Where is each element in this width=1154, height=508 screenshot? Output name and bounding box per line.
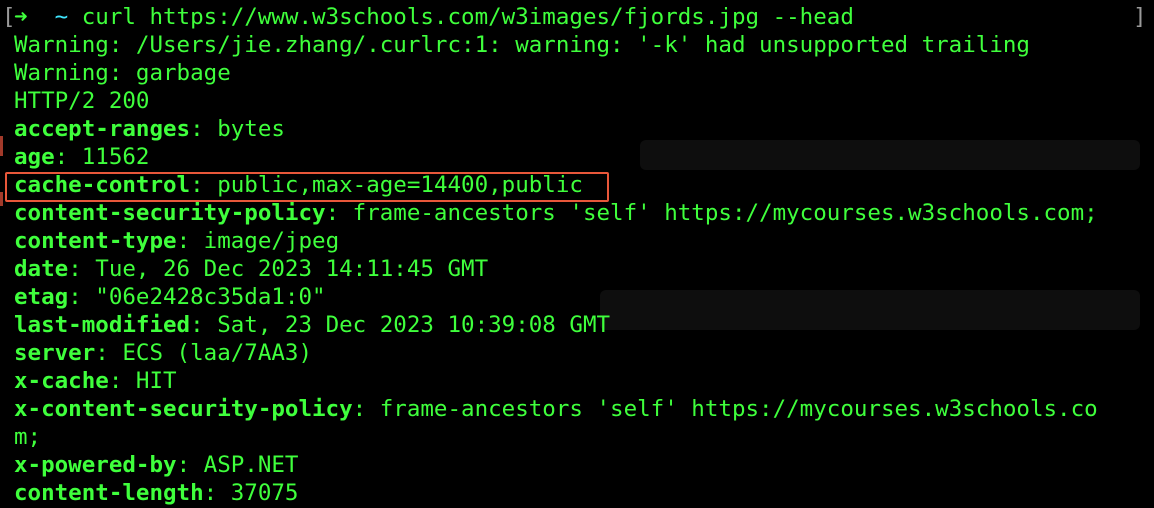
header-line-last-modified: last-modified: Sat, 23 Dec 2023 10:39:08…: [14, 311, 1144, 339]
header-value: bytes: [217, 116, 285, 142]
header-key: x-content-security-policy: [14, 396, 353, 422]
header-line-x-cache: x-cache: HIT: [14, 367, 1144, 395]
terminal-output: ➜ ~ curl https://www.w3schools.com/w3ima…: [14, 3, 1144, 507]
header-separator: :: [176, 228, 204, 254]
terminal-window[interactable]: [ ] ➜ ~ curl https://www.w3schools.com/w…: [0, 0, 1154, 508]
window-edge-marker: [0, 136, 3, 156]
window-edge-marker: [0, 192, 3, 206]
header-separator: :: [68, 256, 96, 282]
warning-line: Warning: /Users/jie.zhang/.curlrc:1: war…: [14, 32, 1030, 58]
header-value: ASP.NET: [203, 452, 299, 478]
header-line-content-length: content-length: 37075: [14, 479, 1144, 507]
header-separator: :: [95, 340, 123, 366]
header-separator: :: [325, 200, 353, 226]
cache-control-highlight-box: [5, 172, 609, 202]
header-line-x-powered-by: x-powered-by: ASP.NET: [14, 451, 1144, 479]
header-value: 37075: [230, 480, 299, 506]
header-value: 11562: [81, 144, 150, 170]
header-value: frame-ancestors 'self' https://mycourses…: [352, 200, 1098, 226]
header-key: content-security-policy: [14, 200, 326, 226]
header-key: age: [14, 144, 55, 170]
header-separator: :: [68, 284, 96, 310]
command-text: curl https://www.w3schools.com/w3images/…: [81, 4, 854, 30]
header-key: x-cache: [14, 368, 109, 394]
header-key: x-powered-by: [14, 452, 177, 478]
header-key: etag: [14, 284, 69, 310]
header-line-age: age: 11562: [14, 143, 1144, 171]
header-separator: :: [190, 116, 218, 142]
header-separator: :: [176, 452, 204, 478]
header-value: Tue, 26 Dec 2023 14:11:45 GMT: [95, 256, 489, 282]
header-line-accept-ranges: accept-ranges: bytes: [14, 115, 1144, 143]
header-separator: :: [54, 144, 82, 170]
header-value: "06e2428c35da1:0": [95, 284, 326, 310]
header-separator: :: [352, 396, 380, 422]
command-line[interactable]: ➜ ~ curl https://www.w3schools.com/w3ima…: [14, 3, 1144, 31]
header-value: image/jpeg: [203, 228, 340, 254]
header-value: Sat, 23 Dec 2023 10:39:08 GMT: [217, 312, 611, 338]
header-key: content-length: [14, 480, 204, 506]
wrapped-continuation-line: m;: [14, 424, 42, 450]
header-value: ECS (laa/7AA3): [122, 340, 313, 366]
header-separator: :: [190, 312, 218, 338]
header-line-x-content-security-policy: x-content-security-policy: frame-ancesto…: [14, 395, 1144, 423]
header-key: accept-ranges: [14, 116, 191, 142]
header-separator: :: [108, 368, 136, 394]
header-key: server: [14, 340, 96, 366]
header-key: last-modified: [14, 312, 191, 338]
prompt-arrow-icon: ➜: [14, 4, 28, 30]
header-value: HIT: [135, 368, 177, 394]
warning-line: Warning: garbage: [14, 60, 231, 86]
header-line-content-type: content-type: image/jpeg: [14, 227, 1144, 255]
header-key: content-type: [14, 228, 177, 254]
header-value: frame-ancestors 'self' https://mycourses…: [379, 396, 1098, 422]
prompt-directory: ~: [54, 4, 69, 30]
header-key: date: [14, 256, 69, 282]
status-line: HTTP/2 200: [14, 88, 150, 114]
header-separator: :: [203, 480, 231, 506]
header-line-content-security-policy: content-security-policy: frame-ancestors…: [14, 199, 1144, 227]
header-line-server: server: ECS (laa/7AA3): [14, 339, 1144, 367]
header-line-etag: etag: "06e2428c35da1:0": [14, 283, 1144, 311]
header-line-date: date: Tue, 26 Dec 2023 14:11:45 GMT: [14, 255, 1144, 283]
